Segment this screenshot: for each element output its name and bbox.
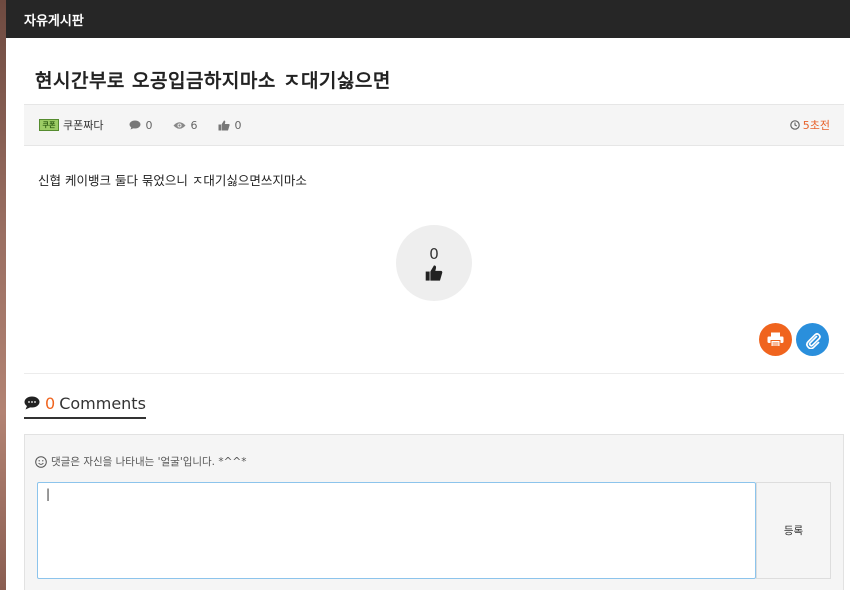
comments-heading: 0 Comments	[24, 391, 146, 419]
comment-count: 0	[45, 393, 56, 413]
comment-textarea[interactable]: |	[37, 482, 756, 579]
recommend-button[interactable]: 0	[396, 225, 472, 301]
author-level-icon: 쿠폰	[39, 119, 59, 131]
comment-form: 댓글은 자신을 나타내는 '얼굴'입니다. *^^* | 등록	[24, 434, 844, 590]
comment-icon	[129, 120, 141, 130]
post-body: 신협 케이뱅크 둘다 묶었으니 ㅈ대기싫으면쓰지마소	[38, 173, 307, 188]
meta-comment-count: 0	[129, 119, 152, 132]
divider	[24, 373, 844, 374]
comment-submit-button[interactable]: 등록	[756, 482, 831, 579]
meta-like-count: 0	[218, 119, 241, 132]
print-icon	[767, 332, 784, 347]
eye-icon	[173, 121, 186, 129]
recommend-count: 0	[429, 244, 439, 263]
comment-icon	[24, 396, 40, 410]
clock-icon	[789, 120, 800, 130]
post-title: 현시간부로 오공입금하지마소 ㅈ대기싫으면	[35, 70, 391, 92]
post-meta-bar: 쿠폰 쿠폰짜다 0 6 0 5초전	[24, 104, 844, 146]
meta-view-count: 6	[173, 119, 197, 132]
post-time: 5초전	[789, 117, 830, 133]
smile-icon	[35, 455, 47, 468]
board-title[interactable]: 자유게시판	[24, 10, 84, 29]
page: 자유게시판 현시간부로 오공입금하지마소 ㅈ대기싫으면 쿠폰 쿠폰짜다 0 6	[6, 0, 850, 590]
author-name[interactable]: 쿠폰짜다	[63, 117, 103, 133]
comment-notice: 댓글은 자신을 나타내는 '얼굴'입니다. *^^*	[35, 454, 246, 469]
board-header: 자유게시판	[6, 0, 850, 38]
comments-label: Comments	[59, 393, 146, 413]
thumbs-up-icon	[218, 120, 231, 130]
paperclip-icon	[805, 332, 821, 349]
print-button[interactable]	[759, 323, 792, 356]
thumbs-up-icon	[425, 264, 443, 281]
attachment-button[interactable]	[796, 323, 829, 356]
